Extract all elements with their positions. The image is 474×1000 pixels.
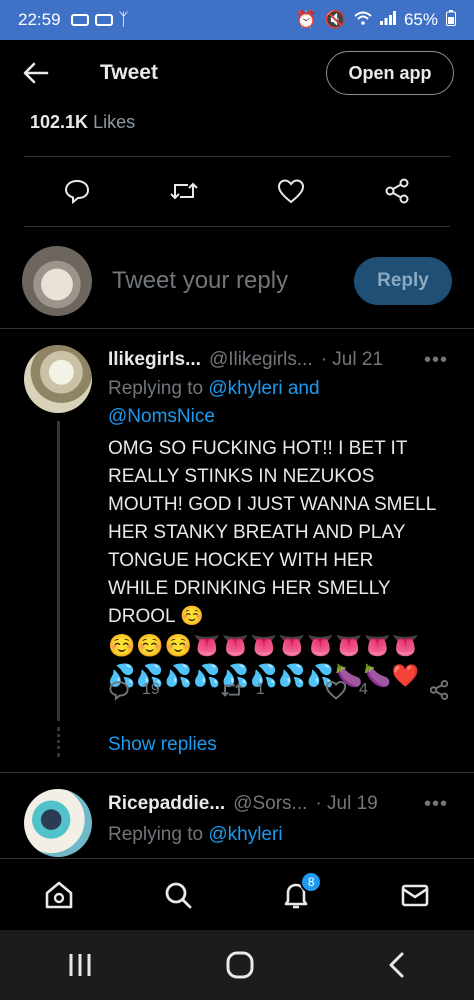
reply-action[interactable]: 19 (108, 679, 160, 701)
heart-icon (325, 680, 347, 700)
youtube-icon (94, 14, 113, 26)
like-count: 4 (358, 681, 368, 698)
show-replies-link[interactable]: Show replies (108, 734, 217, 756)
divider (24, 226, 450, 227)
thread-line (57, 421, 60, 721)
alarm-icon: ⏰ (295, 10, 317, 29)
divider (24, 156, 450, 157)
share-icon (429, 680, 449, 700)
likes-number: 102.1K (30, 112, 89, 132)
share-icon (385, 178, 409, 203)
retweet-action[interactable]: 1 (220, 680, 265, 700)
tweet-body: OMG SO FUCKING HOT!! I BET IT REALLY STI… (108, 438, 436, 627)
more-icon[interactable]: ••• (424, 349, 448, 372)
likes-label: Likes (93, 112, 136, 132)
nav-notifications[interactable]: 8 (272, 870, 323, 919)
avatar (22, 246, 92, 316)
chevron-left-icon (389, 952, 404, 978)
author-handle: @Ilikegirls... (208, 349, 313, 370)
signal-icon (379, 10, 396, 30)
system-navigation (0, 930, 474, 1000)
open-app-button[interactable]: Open app (326, 51, 454, 95)
top-bar: Tweet Open app (0, 40, 474, 106)
back-button[interactable] (20, 57, 52, 89)
arrow-left-icon (23, 62, 49, 84)
home-circle-icon (226, 951, 254, 979)
replying-to: Replying to @khyleri (108, 821, 408, 849)
comment-icon (64, 179, 90, 204)
reply-button[interactable]: Reply (354, 257, 452, 305)
wifi-icon (354, 10, 372, 30)
battery-icon (446, 9, 456, 31)
status-notification-icons: ᛉ (70, 10, 129, 30)
bottom-navigation: 8 (0, 858, 474, 930)
comment-icon (109, 681, 129, 701)
share-action[interactable] (383, 177, 411, 210)
back-nav-button[interactable] (386, 951, 408, 979)
heart-icon (277, 178, 305, 203)
retweet-action[interactable] (169, 178, 199, 209)
tweet-header: Ilikegirls... @Ilikegirls... · Jul 21 (108, 349, 383, 371)
like-action[interactable]: 4 (325, 680, 368, 700)
page-title: Tweet (100, 61, 158, 84)
replying-to: Replying to @khyleri and @NomsNice (108, 375, 408, 431)
avatar[interactable] (24, 345, 92, 413)
battery-percent: 65% (403, 10, 438, 29)
more-icon[interactable]: ••• (424, 793, 448, 816)
retweet-icon (170, 182, 198, 199)
author-handle: @Sors... (233, 793, 308, 814)
notification-badge: 8 (300, 870, 323, 893)
nav-home[interactable] (35, 871, 83, 919)
mail-icon (401, 884, 429, 906)
search-icon (165, 882, 192, 908)
replying-and: and (287, 378, 320, 399)
recent-apps-button[interactable] (66, 952, 94, 978)
likes-count[interactable]: 102.1K Likes (30, 112, 135, 133)
tweet-text: OMG SO FUCKING HOT!! I BET IT REALLY STI… (108, 435, 438, 691)
tweet-date: · Jul 21 (320, 349, 383, 370)
recent-apps-icon (69, 954, 91, 976)
reply-action[interactable] (63, 177, 91, 210)
activity-icon: ᛉ (118, 10, 129, 29)
reply-input[interactable]: Tweet your reply (112, 267, 288, 295)
thread-dots (57, 727, 60, 757)
tweet-date: · Jul 19 (315, 793, 378, 814)
mention-link[interactable]: @NomsNice (108, 406, 215, 427)
avatar[interactable] (24, 789, 92, 857)
status-bar: 22:59 ᛉ ⏰ 🔇 65% (0, 0, 474, 40)
reply-tweet[interactable]: Ilikegirls... @Ilikegirls... · Jul 21 ••… (0, 329, 474, 771)
author-name[interactable]: Ilikegirls... (108, 349, 201, 371)
like-action[interactable] (277, 178, 305, 209)
mute-icon: 🔇 (324, 10, 346, 29)
tweet-action-row: 19 1 4 (108, 679, 450, 701)
home-button[interactable] (225, 950, 255, 980)
mention-link[interactable]: @khyleri (208, 378, 282, 399)
nav-search[interactable] (154, 871, 202, 919)
reply-tweet[interactable]: Ricepaddie... @Sors... · Jul 19 ••• Repl… (0, 773, 474, 858)
author-name[interactable]: Ricepaddie... (108, 793, 225, 815)
retweet-count: 1 (255, 681, 265, 698)
nav-messages[interactable] (391, 871, 439, 919)
tweet-header: Ricepaddie... @Sors... · Jul 19 (108, 793, 378, 815)
share-action[interactable] (428, 679, 450, 701)
retweet-icon (221, 683, 243, 697)
home-icon (45, 881, 73, 908)
replying-prefix: Replying to (108, 824, 204, 845)
status-time: 22:59 (18, 10, 61, 29)
reply-count: 19 (142, 681, 160, 698)
reply-composer: Tweet your reply Reply (0, 236, 474, 326)
emoji-row: ☺️☺️☺️👅👅👅👅👅👅👅👅 (108, 633, 421, 658)
mention-link[interactable]: @khyleri (208, 824, 282, 845)
tweet-actions (24, 168, 450, 218)
replying-prefix: Replying to (108, 378, 204, 399)
youtube-icon (70, 14, 89, 26)
